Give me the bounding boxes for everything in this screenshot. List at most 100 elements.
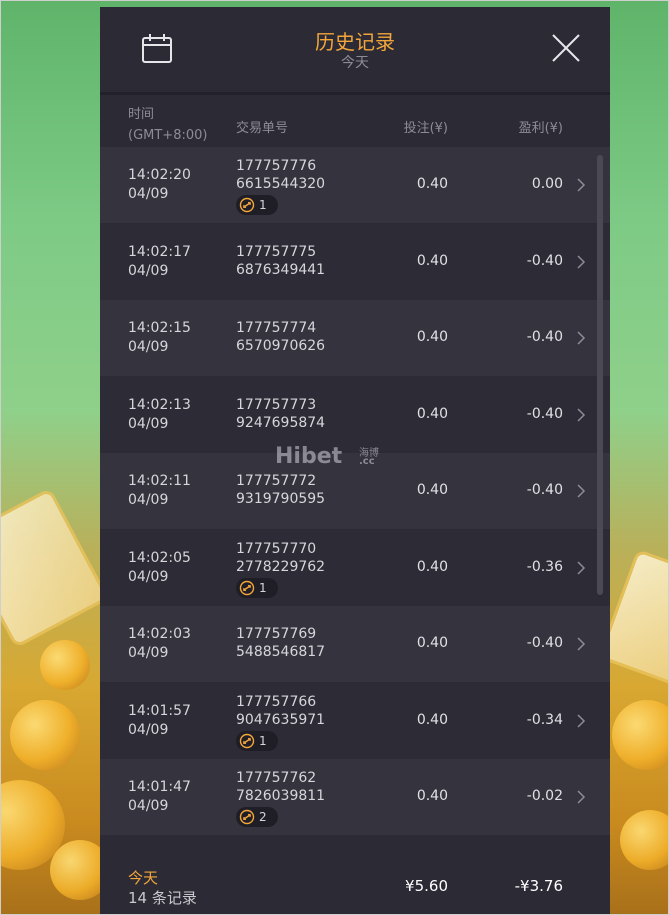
row-order-number: 177757766 9047635971 bbox=[236, 693, 325, 729]
row-time: 14:02:15 04/09 bbox=[128, 319, 191, 357]
row-profit-amount: -0.40 bbox=[526, 482, 563, 498]
row-order-line1: 177757773 bbox=[236, 397, 317, 413]
row-time-value: 14:02:03 bbox=[128, 626, 191, 642]
column-header-timezone: (GMT+8:00) bbox=[128, 128, 208, 143]
row-time-value: 14:02:05 bbox=[128, 550, 191, 566]
row-order-line2: 2778229762 bbox=[236, 559, 326, 575]
row-time: 14:01:57 04/09 bbox=[128, 702, 191, 740]
table-row[interactable]: 14:02:13 04/09 177757773 9247695874 0.40 -0.4… bbox=[100, 377, 610, 453]
table-row[interactable]: 14:02:17 04/09 177757775 6876349441 0.40 -0.4… bbox=[100, 224, 610, 300]
background-gold-coin bbox=[40, 640, 90, 690]
row-time: 14:02:20 04/09 bbox=[128, 166, 191, 204]
free-spin-badge: 1 bbox=[236, 195, 278, 215]
table-row[interactable]: 14:02:15 04/09 177757774 6570970626 0.40 -0.4… bbox=[100, 300, 610, 376]
chevron-right-icon[interactable] bbox=[576, 790, 586, 804]
row-date-value: 04/09 bbox=[128, 569, 169, 585]
row-bet-amount: 0.40 bbox=[416, 406, 448, 422]
row-order-line2: 7826039811 bbox=[236, 788, 326, 804]
free-spin-count: 2 bbox=[259, 810, 267, 824]
row-bet-amount: 0.40 bbox=[416, 329, 448, 345]
row-time-value: 14:02:11 bbox=[128, 473, 191, 489]
row-date-value: 04/09 bbox=[128, 645, 169, 661]
summary-footer: 今天 14 条记录 ¥5.60 -¥3.76 bbox=[100, 847, 610, 915]
row-time-value: 14:01:57 bbox=[128, 703, 191, 719]
row-time-value: 14:02:20 bbox=[128, 167, 191, 183]
scrollbar[interactable] bbox=[597, 155, 603, 595]
free-spin-badge: 2 bbox=[236, 807, 278, 827]
history-panel: 历史记录 今天 时间 (GMT+8:00) 交易单号 投注(¥) 盈利(¥) 1… bbox=[100, 7, 610, 915]
row-bet-amount: 0.40 bbox=[416, 253, 448, 269]
row-order-number: 177757773 9247695874 bbox=[236, 396, 325, 432]
row-profit-amount: -0.40 bbox=[526, 329, 563, 345]
row-order-line1: 177757776 bbox=[236, 158, 317, 174]
row-order-line1: 177757769 bbox=[236, 626, 317, 642]
date-filter-label: 今天 bbox=[341, 55, 369, 71]
row-profit-amount: -0.40 bbox=[526, 635, 563, 651]
summary-total-bet: ¥5.60 bbox=[405, 877, 448, 895]
column-header-bet: 投注(¥) bbox=[403, 121, 448, 136]
row-time: 14:02:03 04/09 bbox=[128, 625, 191, 663]
background-gold-coin bbox=[612, 700, 669, 770]
row-order-number: 177757769 5488546817 bbox=[236, 625, 325, 661]
row-date-value: 04/09 bbox=[128, 186, 169, 202]
row-order-line1: 177757762 bbox=[236, 770, 317, 786]
row-time: 14:02:13 04/09 bbox=[128, 396, 191, 434]
row-time-value: 14:02:13 bbox=[128, 397, 191, 413]
chevron-right-icon[interactable] bbox=[576, 408, 586, 422]
chevron-right-icon[interactable] bbox=[576, 484, 586, 498]
row-date-value: 04/09 bbox=[128, 722, 169, 738]
chevron-right-icon[interactable] bbox=[576, 331, 586, 345]
row-time: 14:02:05 04/09 bbox=[128, 549, 191, 587]
row-profit-amount: -0.40 bbox=[526, 406, 563, 422]
close-icon[interactable] bbox=[551, 33, 581, 63]
background-mahjong-tile bbox=[0, 487, 110, 649]
page-title: 历史记录 bbox=[315, 30, 395, 54]
row-order-line2: 6570970626 bbox=[236, 338, 326, 354]
chevron-right-icon[interactable] bbox=[576, 255, 586, 269]
chevron-right-icon[interactable] bbox=[576, 714, 586, 728]
row-order-line2: 9047635971 bbox=[236, 712, 326, 728]
row-time-value: 14:01:47 bbox=[128, 779, 191, 795]
chevron-right-icon[interactable] bbox=[576, 637, 586, 651]
free-spin-icon bbox=[239, 580, 255, 596]
row-date-value: 04/09 bbox=[128, 798, 169, 814]
row-order-line2: 9319790595 bbox=[236, 491, 326, 507]
free-spin-badge: 1 bbox=[236, 578, 278, 598]
row-order-number: 177757762 7826039811 bbox=[236, 769, 325, 805]
column-header-time: 时间 bbox=[128, 107, 155, 122]
row-profit-amount: -0.40 bbox=[526, 253, 563, 269]
row-order-number: 177757770 2778229762 bbox=[236, 540, 325, 576]
table-row[interactable]: 14:02:03 04/09 177757769 5488546817 0.40 -0.4… bbox=[100, 606, 610, 682]
row-order-number: 177757775 6876349441 bbox=[236, 243, 325, 279]
table-row[interactable]: 14:02:20 04/09 177757776 6615544320 1 0.40 0.0… bbox=[100, 147, 610, 223]
row-profit-amount: -0.34 bbox=[526, 712, 563, 728]
summary-record-count: 14 条记录 bbox=[128, 889, 197, 907]
chevron-right-icon[interactable] bbox=[576, 561, 586, 575]
column-header-order: 交易单号 bbox=[236, 121, 289, 136]
chevron-right-icon[interactable] bbox=[576, 178, 586, 192]
row-order-line2: 5488546817 bbox=[236, 644, 326, 660]
row-time-value: 14:02:15 bbox=[128, 320, 191, 336]
table-row[interactable]: 14:02:05 04/09 177757770 2778229762 1 0.40 -0.… bbox=[100, 530, 610, 606]
column-header-profit: 盈利(¥) bbox=[518, 121, 563, 136]
summary-total-profit: -¥3.76 bbox=[514, 877, 563, 895]
row-bet-amount: 0.40 bbox=[416, 176, 448, 192]
table-row[interactable]: 14:02:11 04/09 177757772 9319790595 0.40 -0.4… bbox=[100, 453, 610, 529]
free-spin-count: 1 bbox=[259, 734, 267, 748]
row-bet-amount: 0.40 bbox=[416, 788, 448, 804]
row-profit-amount: -0.36 bbox=[526, 559, 563, 575]
table-row[interactable]: 14:01:47 04/09 177757762 7826039811 2 0.40 -0.… bbox=[100, 759, 610, 835]
row-time: 14:02:17 04/09 bbox=[128, 243, 191, 281]
background-gold-coin bbox=[10, 700, 80, 770]
row-date-value: 04/09 bbox=[128, 263, 169, 279]
table-row[interactable]: 14:01:57 04/09 177757766 9047635971 1 0.40 -0.… bbox=[100, 683, 610, 759]
row-order-number: 177757774 6570970626 bbox=[236, 319, 325, 355]
free-spin-icon bbox=[239, 197, 255, 213]
free-spin-icon bbox=[239, 809, 255, 825]
table-header: 时间 (GMT+8:00) 交易单号 投注(¥) 盈利(¥) bbox=[100, 95, 610, 147]
row-time-value: 14:02:17 bbox=[128, 244, 191, 260]
free-spin-badge: 1 bbox=[236, 731, 278, 751]
row-bet-amount: 0.40 bbox=[416, 482, 448, 498]
row-time: 14:01:47 04/09 bbox=[128, 778, 191, 816]
background-gold-coin bbox=[620, 810, 669, 870]
